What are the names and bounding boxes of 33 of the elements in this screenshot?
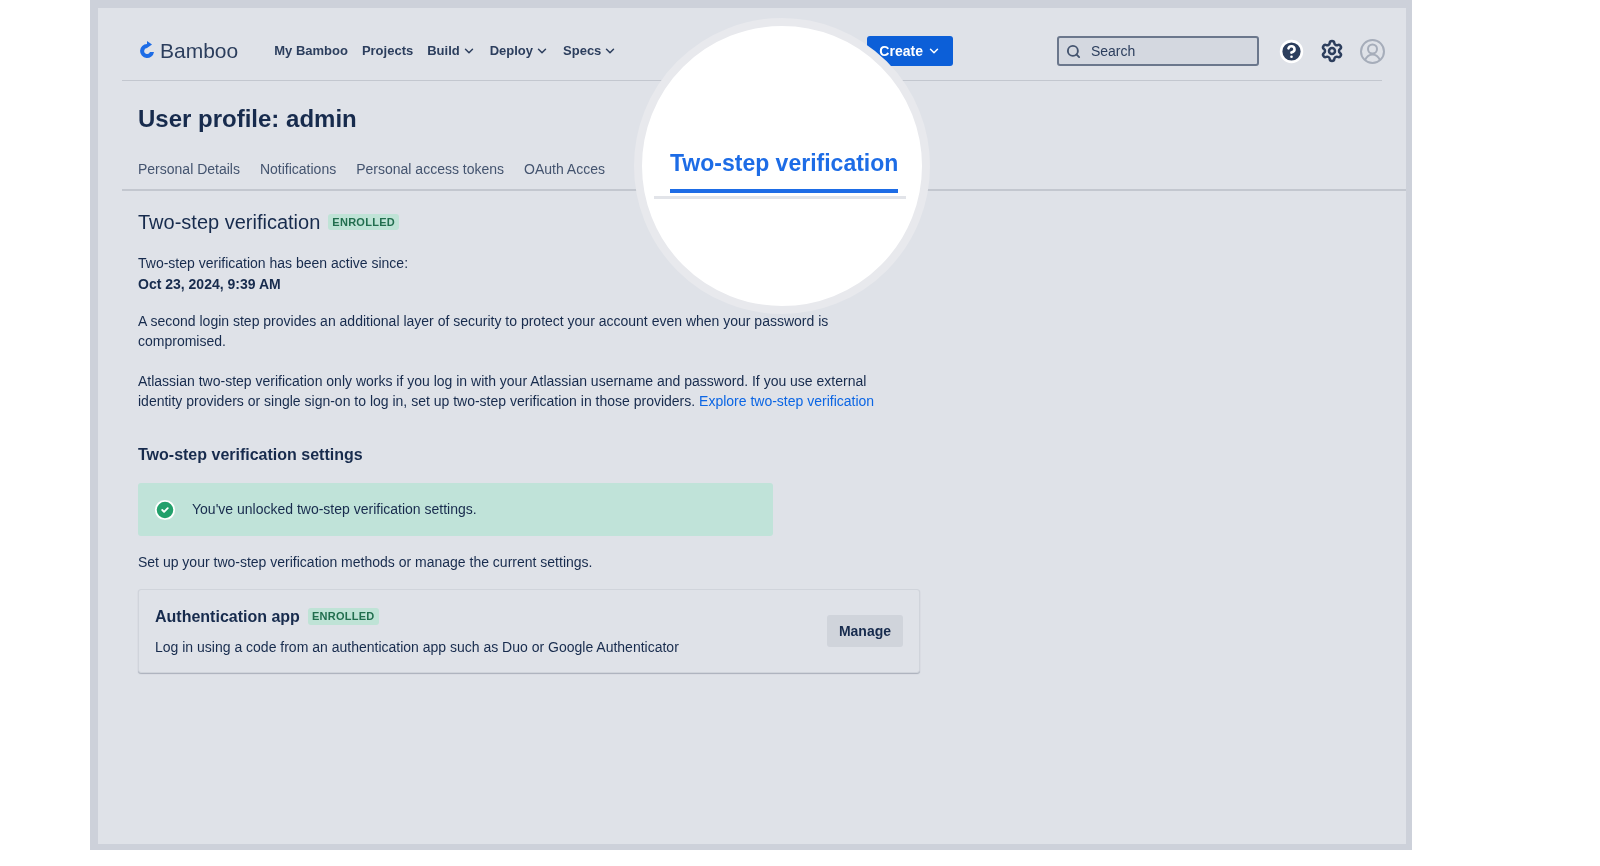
nav-item[interactable]: Deploy	[489, 41, 550, 61]
method-name: Authentication app	[155, 606, 300, 627]
active-since-date: Oct 23, 2024, 9:39 AM	[138, 275, 282, 294]
create-button[interactable]: Create	[867, 36, 953, 66]
tab[interactable]: Notifications	[259, 159, 337, 189]
manage-button[interactable]: Manage	[826, 615, 903, 647]
settings-description: Set up your two-step verification methods or manage the current settings.	[138, 553, 594, 572]
tab[interactable]: OAuth Acces	[524, 159, 605, 189]
tab[interactable]: Two-step verification	[670, 146, 899, 193]
nav-item[interactable]: My Bamboo	[274, 41, 348, 61]
search-field[interactable]: Search	[1056, 36, 1259, 66]
tab[interactable]: Personal access tokens	[356, 159, 505, 189]
help-icon[interactable]	[1278, 38, 1304, 64]
nav-item[interactable]: Specs	[563, 41, 618, 61]
logo-text[interactable]: Bamboo	[160, 35, 239, 67]
check-circle-icon	[154, 498, 176, 521]
tab[interactable]: Personal Details	[138, 159, 240, 189]
explore-link[interactable]: Explore two-step verification	[699, 393, 875, 409]
page-title: User profile: admin	[138, 104, 358, 134]
method-description: Log in using a code from an authentication app such as Duo or Google Authenticator	[155, 637, 680, 657]
enrolled-badge: ENROLLED	[328, 213, 399, 231]
settings-title: Two-step verification settings	[138, 445, 364, 465]
search-icon	[1065, 44, 1081, 59]
section-title: Two-step verification	[138, 210, 321, 235]
settings-icon[interactable]	[1319, 39, 1344, 63]
success-message: You've unlocked two-step verification settings.	[192, 500, 477, 519]
nav-item[interactable]: Build	[427, 41, 476, 61]
enrolled-badge: ENROLLED	[307, 608, 379, 625]
bamboo-logo-icon	[138, 41, 156, 61]
nav-item[interactable]: Projects	[361, 41, 414, 61]
active-since-label: Two-step verification has been active since:	[138, 254, 410, 273]
security-paragraph: A second login step provides an additional layer of security to protect your account even when your password is compromised.	[138, 312, 830, 351]
atlassian-paragraph: Atlassian two-step verification only works if you log in with your Atlassian username and password. If you use external identity providers or single sign-on to log in, set up two-step verification in those providers. Explore two-step verification	[138, 372, 876, 411]
